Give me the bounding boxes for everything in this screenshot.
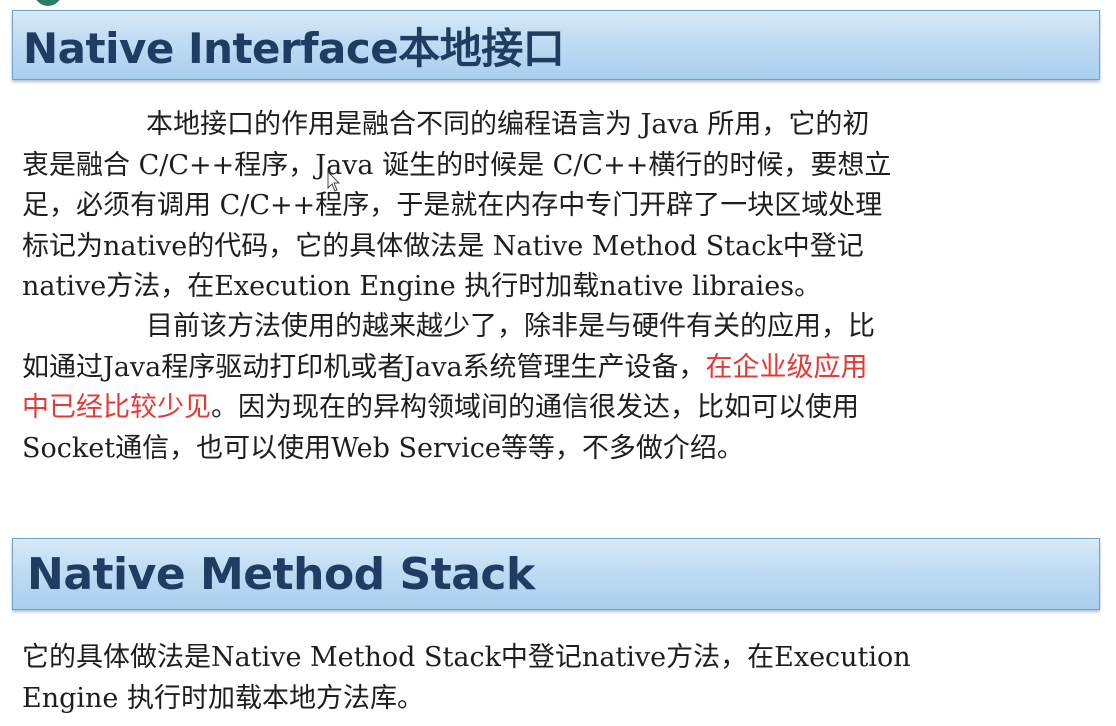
section-title: Native Interface本地接口 [23,23,565,73]
paragraph-text: 。因为现在的异构领域间的通信很发达，比如可以使用 [211,392,859,423]
paragraph-line: native方法，在Execution Engine 执行时加载native l… [22,271,822,302]
section-banner-native-interface: Native Interface本地接口 [12,10,1100,80]
paragraph-line: 它的具体做法是Native Method Stack中登记native方法，在E… [22,642,911,673]
paragraph-line: 足，必须有调用 C/C++程序，于是就在内存中专门开辟了一块区域处理 [22,190,883,221]
highlighted-text: 在企业级应用 [705,351,868,383]
paragraph-line: 本地接口的作用是融合不同的编程语言为 Java 所用，它的初 [146,109,870,140]
paragraph-line: Socket通信，也可以使用Web Service等等，不多做介绍。 [22,432,744,464]
native-interface-paragraph-2: 目前该方法使用的越来越少了，除非是与硬件有关的应用，比 如通过Java程序驱动打… [22,307,1072,469]
highlighted-text: 中已经比较少见 [22,392,211,423]
mouse-pointer-icon [327,171,341,192]
paragraph-line: 中已经比较少见。因为现在的异构领域间的通信很发达，比如可以使用 [22,388,1072,429]
paragraph-line: 衷是融合 C/C++程序，Java 诞生的时候是 C/C++横行的时候，要想立 [22,149,892,181]
section-banner-native-method-stack: Native Method Stack [12,538,1100,610]
paragraph-line: Engine 执行时加载本地方法库。 [22,682,424,714]
paragraph-line: 如通过Java程序驱动打印机或者Java系统管理生产设备，在企业级应用 [22,348,1072,389]
paragraph-line: 目前该方法使用的越来越少了，除非是与硬件有关的应用，比 [146,311,875,342]
corner-logo-badge [34,0,62,6]
section-title: Native Method Stack [27,548,535,600]
paragraph-text: 如通过Java程序驱动打印机或者Java系统管理生产设备， [22,351,706,383]
native-interface-paragraph-1: 本地接口的作用是融合不同的编程语言为 Java 所用，它的初 衷是融合 C/C+… [22,105,1072,308]
paragraph-line: 标记为native的代码，它的具体做法是 Native Method Stack… [22,230,864,262]
slide-page: Native Interface本地接口 本地接口的作用是融合不同的编程语言为 … [0,0,1116,726]
native-method-stack-paragraph: 它的具体做法是Native Method Stack中登记native方法，在E… [22,638,1072,719]
